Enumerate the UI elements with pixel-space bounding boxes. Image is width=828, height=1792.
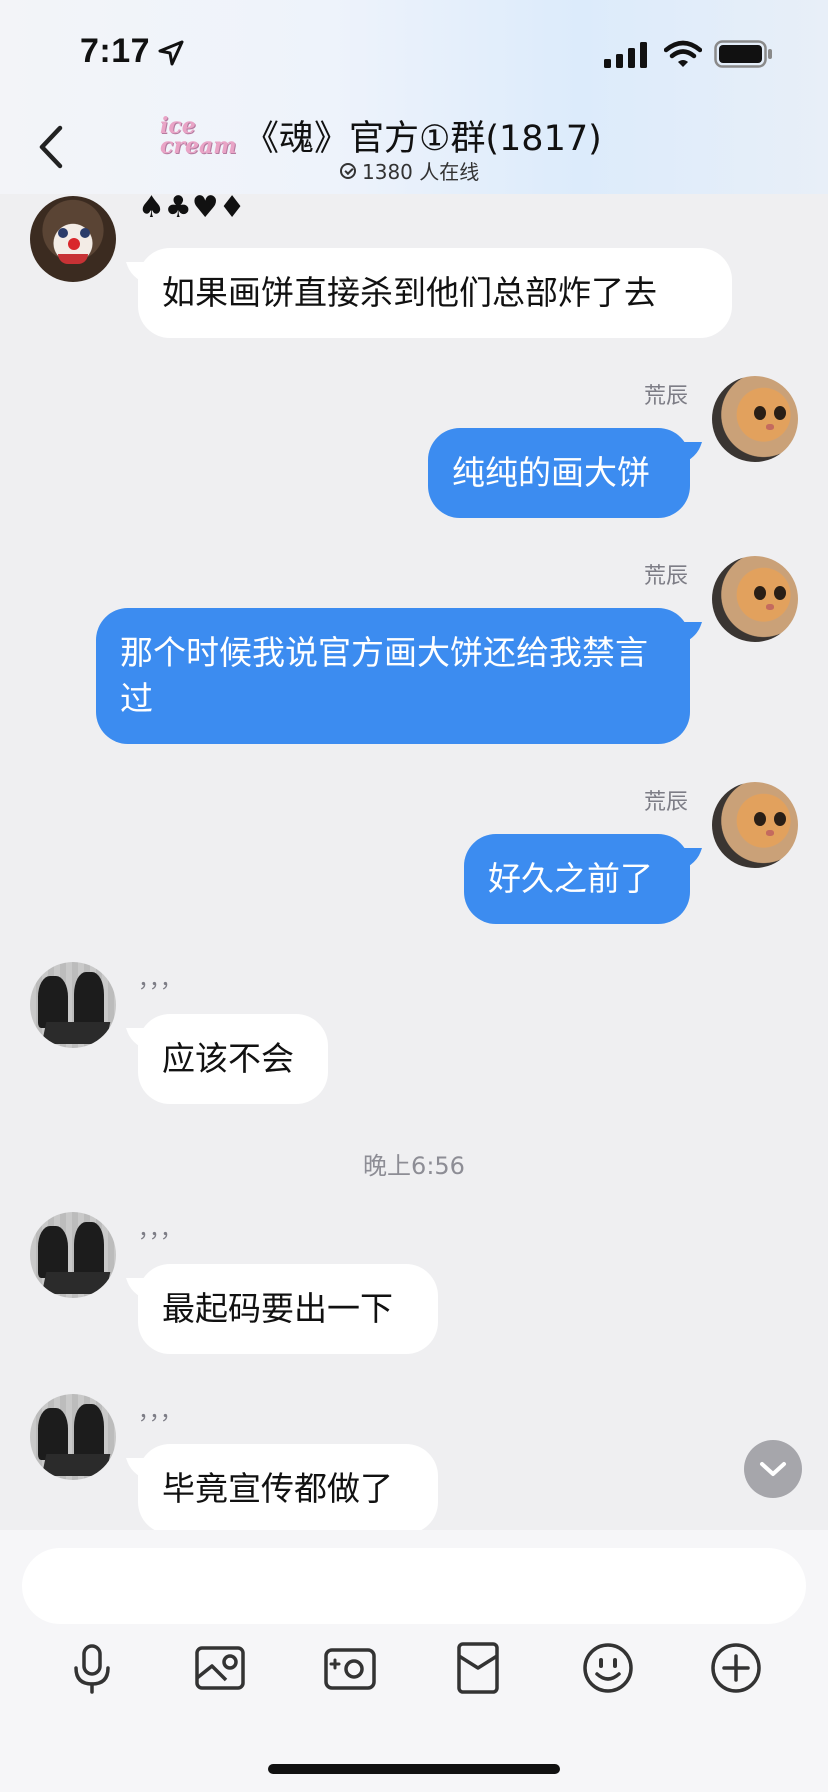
red-packet-icon[interactable]	[450, 1640, 506, 1696]
scroll-to-bottom-button[interactable]	[744, 1440, 802, 1498]
sender-name: ♠♣♥♦	[138, 190, 246, 225]
microphone-icon[interactable]	[64, 1640, 120, 1696]
message-bubble[interactable]: 毕竟宣传都做了	[138, 1444, 438, 1534]
sender-name: 荒辰	[643, 384, 688, 409]
online-count: 1380 人在线	[340, 156, 479, 185]
online-count-label: 1380 人在线	[362, 160, 480, 184]
chevron-down-icon	[760, 1462, 786, 1476]
message-timestamp: 晚上6:56	[363, 1152, 465, 1180]
group-logo: ice cream	[160, 113, 237, 159]
status-time: 7:17	[80, 32, 151, 70]
sender-avatar[interactable]	[712, 782, 798, 868]
plus-icon[interactable]	[708, 1640, 764, 1696]
back-chevron-icon[interactable]	[32, 122, 72, 172]
message-bubble[interactable]: 纯纯的画大饼	[428, 428, 690, 518]
image-icon[interactable]	[192, 1640, 248, 1696]
sender-avatar[interactable]	[30, 1394, 116, 1480]
sender-avatar[interactable]	[712, 376, 798, 462]
sender-name: 荒辰	[643, 790, 688, 815]
group-title[interactable]: 《魂》官方①群(1817)	[244, 110, 602, 161]
sender-name: 荒辰	[643, 564, 688, 589]
sender-name: ，，，	[138, 1400, 183, 1425]
message-bubble[interactable]: 最起码要出一下	[138, 1264, 438, 1354]
wifi-icon	[664, 40, 702, 67]
emoji-icon[interactable]	[580, 1640, 636, 1696]
sender-avatar[interactable]	[30, 196, 116, 282]
message-bubble[interactable]: 那个时候我说官方画大饼还给我禁言过	[96, 608, 690, 744]
sender-name: ，，，	[138, 1218, 183, 1243]
message-bubble[interactable]: 应该不会	[138, 1014, 328, 1104]
sender-avatar[interactable]	[30, 1212, 116, 1298]
online-status-icon	[340, 162, 356, 179]
home-indicator	[268, 1764, 560, 1774]
sender-name: ，，，	[138, 968, 183, 993]
chat-header: 7:17 ice cream 《魂》官方①群(1817) 1380 人在线	[0, 0, 828, 194]
message-input[interactable]	[22, 1548, 806, 1624]
location-arrow-icon	[158, 40, 184, 66]
sender-avatar[interactable]	[30, 962, 116, 1048]
camera-icon[interactable]	[322, 1640, 378, 1696]
input-panel	[0, 1530, 828, 1792]
message-bubble[interactable]: 如果画饼直接杀到他们总部炸了去	[138, 248, 732, 338]
sender-avatar[interactable]	[712, 556, 798, 642]
cellular-signal-icon	[604, 42, 647, 68]
message-bubble[interactable]: 好久之前了	[464, 834, 690, 924]
battery-icon	[714, 40, 772, 68]
